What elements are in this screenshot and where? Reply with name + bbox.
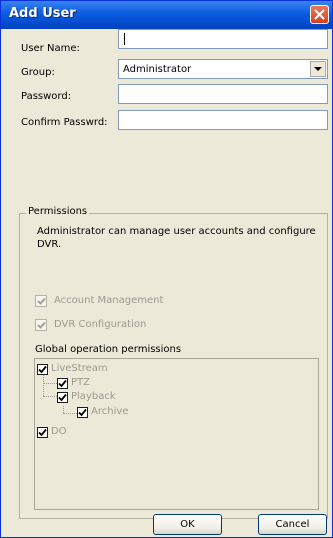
group-select[interactable]: Administrator xyxy=(118,59,328,79)
account-management-label: Account Management xyxy=(54,295,164,306)
tree-connector xyxy=(63,406,64,413)
tree-item-ptz[interactable]: PTZ xyxy=(57,377,157,391)
ptz-checkbox[interactable] xyxy=(57,378,68,389)
ok-button[interactable]: OK xyxy=(153,514,222,535)
tree-connector xyxy=(43,383,57,384)
close-icon xyxy=(314,9,325,20)
checkmark-icon xyxy=(58,393,67,402)
tree-item-do[interactable]: DO xyxy=(37,426,137,440)
tree-item-label: DO xyxy=(51,426,67,437)
tree-item-livestream[interactable]: LiveStream xyxy=(37,363,157,377)
tree-item-label: LiveStream xyxy=(51,363,108,374)
tree-item-label: Playback xyxy=(71,391,116,402)
username-input[interactable] xyxy=(118,29,328,49)
checkmark-icon xyxy=(37,297,46,305)
dvr-configuration-label: DVR Configuration xyxy=(54,319,147,330)
account-management-option[interactable]: Account Management xyxy=(35,295,235,309)
confirm-password-input[interactable] xyxy=(118,110,328,130)
chevron-down-icon xyxy=(314,67,322,71)
playback-checkbox[interactable] xyxy=(57,392,68,403)
archive-checkbox[interactable] xyxy=(77,407,88,418)
checkmark-icon xyxy=(38,365,47,374)
group-select-value: Administrator xyxy=(123,64,192,75)
title-bar[interactable]: Add User xyxy=(1,1,332,29)
confirm-password-label: Confirm Passwrd: xyxy=(21,117,108,128)
dvr-configuration-option[interactable]: DVR Configuration xyxy=(35,319,235,333)
permissions-tree[interactable]: LiveStream PTZ Playback Archive DO xyxy=(34,358,319,510)
password-input[interactable] xyxy=(118,84,328,104)
dvr-configuration-checkbox[interactable] xyxy=(35,319,47,331)
password-label: Password: xyxy=(21,91,72,102)
tree-connector xyxy=(43,396,57,397)
tree-item-playback[interactable]: Playback xyxy=(57,391,157,405)
permissions-description: Administrator can manage user accounts a… xyxy=(37,226,316,250)
permissions-legend: Permissions xyxy=(26,206,90,217)
username-label: User Name: xyxy=(21,43,80,54)
global-permissions-label: Global operation permissions xyxy=(35,344,182,355)
tree-item-label: Archive xyxy=(91,406,129,417)
tree-item-archive[interactable]: Archive xyxy=(77,406,177,420)
group-label: Group: xyxy=(21,67,55,78)
tree-item-label: PTZ xyxy=(71,377,90,388)
dropdown-button[interactable] xyxy=(310,61,326,77)
tree-connector xyxy=(63,413,77,414)
livestream-checkbox[interactable] xyxy=(37,364,48,375)
cancel-button[interactable]: Cancel xyxy=(258,514,327,535)
add-user-dialog: Add User User Name: Group: Administrator… xyxy=(0,0,333,538)
close-button[interactable] xyxy=(310,5,329,24)
window-title: Add User xyxy=(9,6,76,21)
account-management-checkbox[interactable] xyxy=(35,295,47,307)
checkmark-icon xyxy=(78,408,87,417)
do-checkbox[interactable] xyxy=(37,427,48,438)
checkmark-icon xyxy=(37,321,46,329)
text-caret xyxy=(124,33,125,45)
checkmark-icon xyxy=(38,428,47,437)
checkmark-icon xyxy=(58,379,67,388)
